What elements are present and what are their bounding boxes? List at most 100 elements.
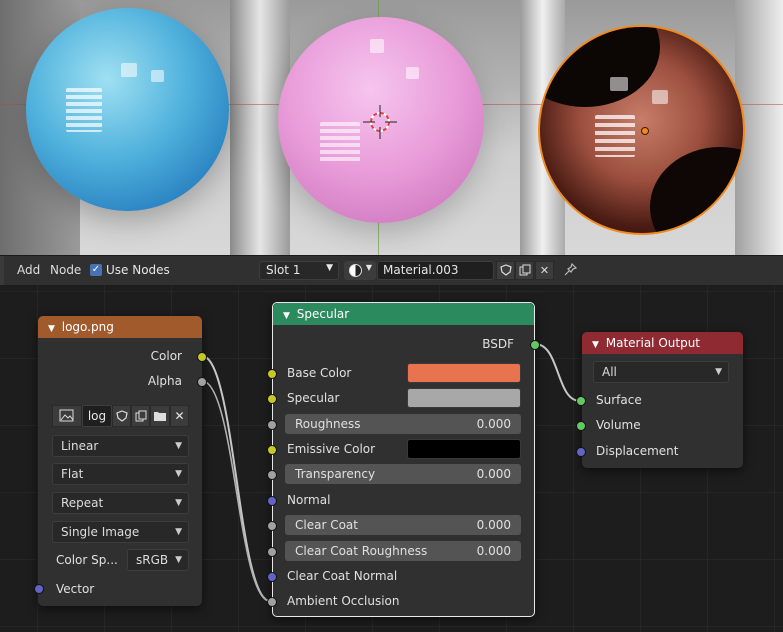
projection-dropdown[interactable]: Flat ▼ — [52, 463, 189, 485]
transparency-label: Transparency — [295, 467, 376, 481]
transparency-slider[interactable]: Transparency 0.000 — [285, 464, 521, 484]
roughness-slider[interactable]: Roughness 0.000 — [285, 414, 521, 434]
color-space-value: sRGB — [136, 553, 169, 567]
input-roughness-socket[interactable] — [267, 420, 277, 430]
3d-viewport[interactable] — [0, 0, 783, 255]
open-image-button[interactable] — [150, 405, 170, 427]
extension-dropdown[interactable]: Repeat ▼ — [52, 492, 189, 514]
clear-coat-slider[interactable]: Clear Coat 0.000 — [285, 515, 521, 535]
clear-coat-roughness-slider[interactable]: Clear Coat Roughness 0.000 — [285, 541, 521, 561]
menu-node[interactable]: Node — [50, 256, 81, 285]
new-image-button[interactable] — [131, 405, 150, 427]
image-selector[interactable]: log ✕ — [52, 405, 189, 427]
checkbox-icon[interactable]: ✓ — [90, 264, 102, 276]
output-node-header[interactable]: ▼ Material Output — [582, 332, 743, 354]
surface-label: Surface — [596, 393, 642, 407]
slot-value: Slot 1 — [266, 263, 301, 277]
image-name-field[interactable]: log — [82, 405, 112, 427]
link-bsdf-to-surface — [534, 343, 581, 402]
window-reflection — [320, 122, 360, 162]
material-browse-button[interactable]: ▼ — [344, 261, 376, 280]
object-origin-dot — [641, 127, 649, 135]
menu-add[interactable]: Add — [17, 256, 40, 285]
output-bsdf-label: BSDF — [482, 337, 514, 351]
base-color-swatch[interactable] — [407, 363, 521, 383]
node-editor-header: Add Node ✓ Use Nodes Slot 1 ▼ ▼ Material… — [0, 255, 783, 286]
dark-swirl — [540, 27, 660, 107]
blue-glass-sphere[interactable] — [26, 8, 229, 211]
input-transparency-socket[interactable] — [267, 470, 277, 480]
specular-color-swatch[interactable] — [407, 388, 521, 408]
chevron-down-icon: ▼ — [175, 527, 182, 537]
folder-icon — [154, 412, 166, 421]
pin-button[interactable] — [561, 261, 580, 280]
chevron-down-icon: ▼ — [365, 263, 372, 272]
base-color-label: Base Color — [287, 366, 352, 380]
window-reflection — [652, 90, 668, 104]
specular-bsdf-node[interactable]: ▼ Specular BSDF Base Color Specular Roug… — [267, 302, 540, 617]
input-vector-label: Vector — [56, 582, 95, 596]
output-alpha-socket[interactable] — [197, 377, 207, 387]
window-reflection — [595, 115, 635, 157]
roughness-value: 0.000 — [476, 417, 511, 431]
projection-value: Flat — [61, 467, 84, 481]
material-output-node[interactable]: ▼ Material Output All ▼ Surface Volume Di… — [576, 332, 743, 468]
link-color-to-ambient — [201, 355, 271, 602]
emissive-color-swatch[interactable] — [407, 439, 521, 459]
link-alpha-to-ambient — [201, 380, 271, 602]
clear-coat-label: Clear Coat — [295, 518, 358, 532]
input-base-color-socket[interactable] — [267, 369, 277, 379]
material-name-field[interactable]: Material.003 — [377, 261, 494, 280]
clear-coat-roughness-value: 0.000 — [476, 544, 511, 558]
fake-user-button[interactable] — [112, 405, 131, 427]
target-value: All — [602, 365, 617, 379]
use-nodes-toggle[interactable]: ✓ Use Nodes — [90, 263, 170, 277]
material-name: Material.003 — [383, 263, 459, 277]
menu-view-edge[interactable] — [0, 256, 4, 285]
emissive-label: Emissive Color — [287, 442, 376, 456]
image-node-header[interactable]: ▼ logo.png — [38, 316, 202, 338]
image-texture-node[interactable]: ▼ logo.png Color Alpha log ✕ Linear ▼ Fl… — [34, 316, 207, 606]
collapse-arrow-icon[interactable]: ▼ — [48, 324, 55, 334]
pin-icon — [564, 262, 578, 276]
node-editor-canvas[interactable]: ▼ logo.png Color Alpha log ✕ Linear ▼ Fl… — [0, 285, 783, 632]
chevron-down-icon: ▼ — [175, 555, 182, 565]
window-reflection — [66, 88, 102, 132]
specular-node-header[interactable]: ▼ Specular — [273, 303, 534, 325]
input-clear-coat-roughness-socket[interactable] — [267, 547, 277, 557]
window-reflection — [151, 70, 164, 82]
input-vector-socket[interactable] — [34, 584, 44, 594]
input-emissive-socket[interactable] — [267, 445, 277, 455]
duplicate-material-button[interactable] — [515, 261, 534, 280]
fake-user-button[interactable] — [496, 261, 515, 280]
interpolation-dropdown[interactable]: Linear ▼ — [52, 435, 189, 457]
shield-icon — [499, 264, 512, 276]
input-volume-socket[interactable] — [576, 421, 586, 431]
color-space-dropdown[interactable]: sRGB ▼ — [127, 549, 189, 571]
unlink-image-button[interactable]: ✕ — [170, 405, 189, 427]
collapse-arrow-icon[interactable]: ▼ — [592, 340, 599, 350]
image-browse-button[interactable] — [52, 405, 82, 427]
input-clear-coat-normal-socket[interactable] — [267, 572, 277, 582]
input-specular-socket[interactable] — [267, 394, 277, 404]
input-normal-socket[interactable] — [267, 496, 277, 506]
input-clear-coat-socket[interactable] — [267, 521, 277, 531]
specular-label: Specular — [287, 391, 340, 405]
input-ambient-occlusion-socket[interactable] — [267, 597, 277, 607]
3d-cursor-icon[interactable] — [363, 105, 397, 139]
volume-label: Volume — [596, 418, 641, 432]
target-dropdown[interactable]: All ▼ — [593, 361, 729, 383]
clear-coat-roughness-label: Clear Coat Roughness — [295, 544, 428, 558]
window-reflection — [370, 39, 384, 53]
unlink-material-button[interactable]: ✕ — [535, 261, 554, 280]
source-dropdown[interactable]: Single Image ▼ — [52, 521, 189, 543]
slot-dropdown[interactable]: Slot 1 ▼ — [259, 261, 339, 280]
input-displacement-socket[interactable] — [576, 447, 586, 457]
copy-icon — [135, 410, 146, 422]
output-bsdf-socket[interactable] — [530, 340, 540, 350]
collapse-arrow-icon[interactable]: ▼ — [283, 311, 290, 321]
copy-icon — [519, 264, 530, 276]
chevron-down-icon: ▼ — [175, 469, 182, 479]
output-color-socket[interactable] — [197, 352, 207, 362]
input-surface-socket[interactable] — [576, 396, 586, 406]
